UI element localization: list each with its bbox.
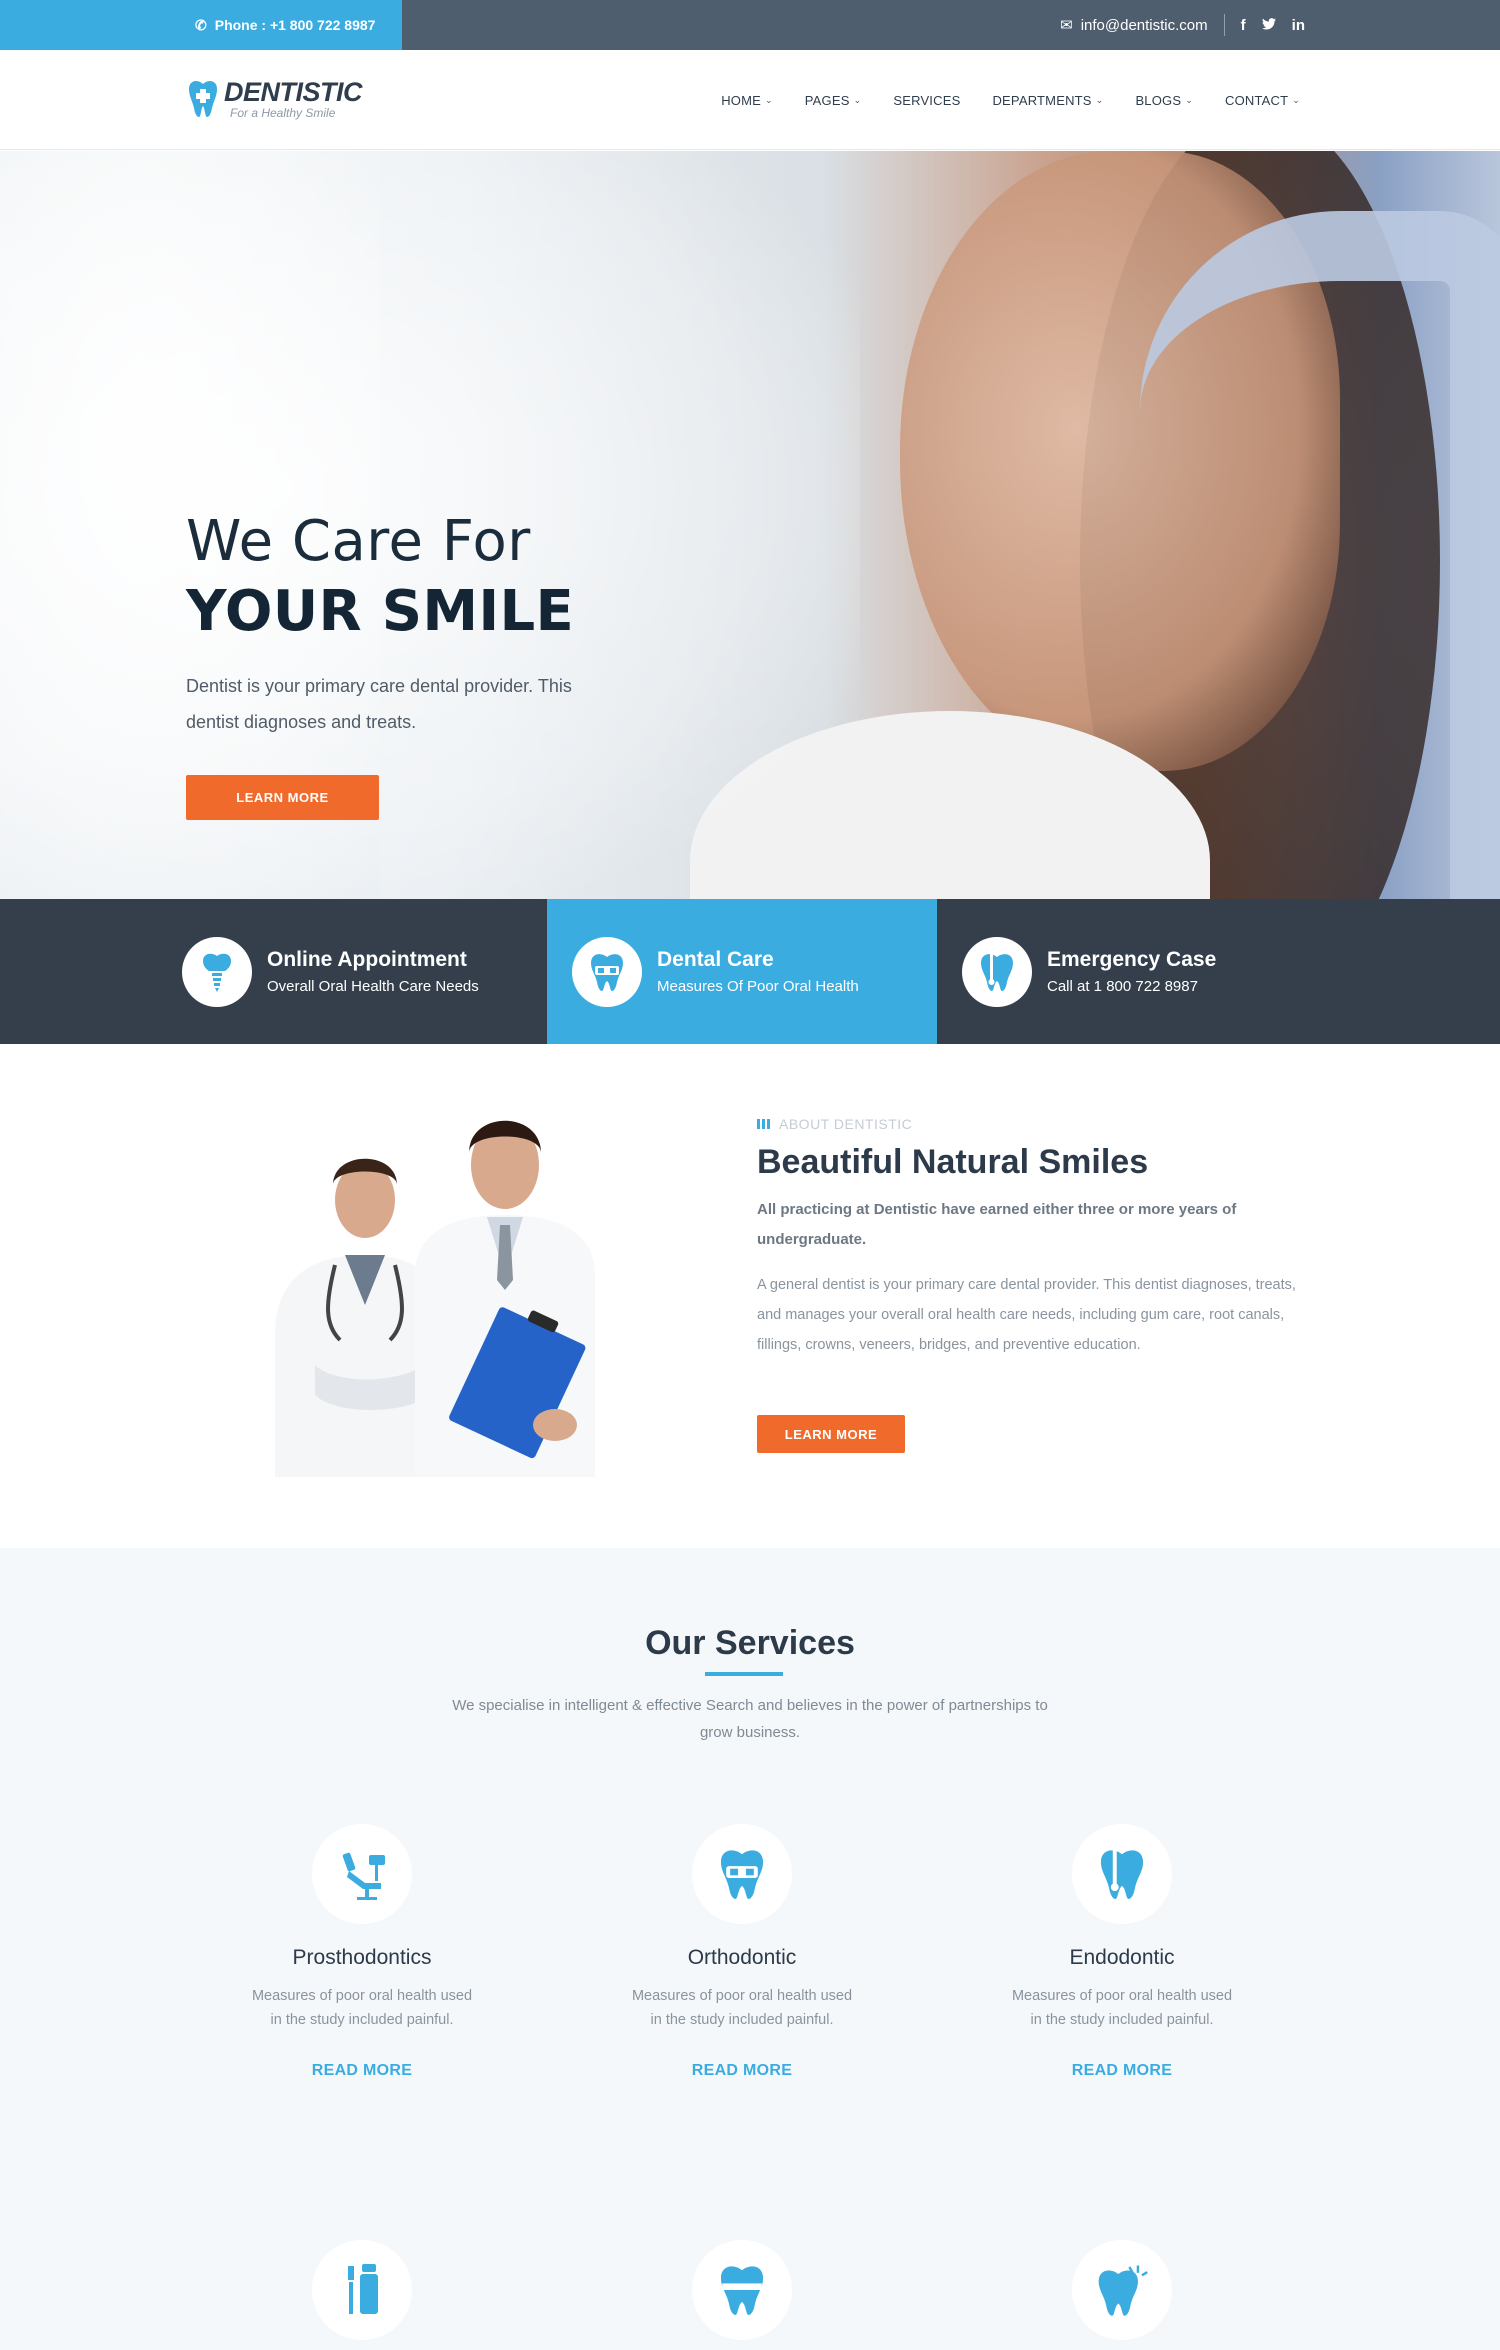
feature-icon-circle [182,936,252,1007]
grid-icon [757,1119,771,1129]
nav-label: SERVICES [893,92,961,108]
hero-heading-line1: We Care For [186,509,531,574]
toothbrush-paste-icon [348,2264,378,2314]
topbar-right: ✉ info@dentistic.com f in [1060,0,1305,50]
braces-tooth-icon [720,1850,764,1899]
service-card-row2-1 [202,2240,522,2340]
service-icon-circle [312,1824,412,1924]
phone-bar[interactable]: ✆ Phone : +1 800 722 8987 [0,0,402,50]
about-learn-more-button[interactable]: LEARN MORE [757,1415,905,1453]
service-card-prosthodontics: Prosthodontics Measures of poor oral hea… [202,1824,522,2080]
phone-icon: ✆ [195,16,207,33]
facebook-icon[interactable]: f [1241,17,1246,34]
braces-tooth-icon [591,953,623,991]
service-card-endodontic: Endodontic Measures of poor oral health … [962,1824,1282,2080]
nav-contact[interactable]: CONTACT ⌄ [1225,93,1300,108]
tooth-band-icon [720,2266,764,2315]
hero-banner: We Care For YOUR SMILE Dentist is your p… [0,151,1500,899]
top-bar: ✆ Phone : +1 800 722 8987 ✉ info@dentist… [0,0,1500,50]
read-more-link[interactable]: READ MORE [962,2062,1282,2080]
service-name: Endodontic [1069,1946,1175,1969]
service-card-row2-2 [582,2240,902,2340]
chevron-down-icon: ⌄ [853,94,862,105]
tooth-logo-icon [189,81,217,117]
nav-departments[interactable]: DEPARTMENTS ⌄ [992,93,1103,108]
feature-online-appointment[interactable]: Online Appointment Overall Oral Health C… [0,899,547,1044]
service-desc: Measures of poor oral health used in the… [251,1988,473,2028]
service-icon-circle [1072,1824,1172,1924]
service-card-orthodontic: Orthodontic Measures of poor oral health… [582,1824,902,2080]
hero-learn-more-button[interactable]: LEARN MORE [186,775,379,820]
root-canal-tooth-icon [981,953,1013,991]
feature-emergency-case[interactable]: Emergency Case Call at 1 800 722 8987 [937,899,1500,1044]
services-subtitle: We specialise in intelligent & effective… [452,1697,1048,1741]
nav-label: CONTACT [1224,92,1289,108]
email-link[interactable]: ✉ info@dentistic.com [1060,14,1225,36]
title-underline [705,1672,783,1676]
logo-name: DENTISTIC [224,77,363,107]
service-name: Prosthodontics [292,1946,432,1969]
site-header: DENTISTIC For a Healthy Smile HOME ⌄ PAGE… [0,50,1500,150]
service-card-row2-3 [962,2240,1282,2340]
nav-pages[interactable]: PAGES ⌄ [805,93,862,108]
nav-home[interactable]: HOME ⌄ [721,93,773,108]
phone-text: Phone : +1 800 722 8987 [214,17,376,33]
nav-label: HOME [721,92,761,108]
feature-subtitle: Measures Of Poor Oral Health [657,978,859,995]
feature-subtitle: Call at 1 800 722 8987 [1047,978,1198,995]
dental-chair-icon [342,1852,385,1900]
feature-subtitle: Overall Oral Health Care Needs [267,978,479,995]
chevron-down-icon: ⌄ [1185,94,1193,105]
about-kicker-text: ABOUT DENTISTIC [779,1116,913,1132]
feature-dental-care[interactable]: Dental Care Measures Of Poor Oral Health [547,899,937,1044]
root-canal-tooth-icon [1100,1850,1144,1899]
logo-tagline: For a Healthy Smile [230,106,336,120]
about-title: Beautiful Natural Smiles [757,1143,1149,1181]
read-more-link[interactable]: READ MORE [582,2062,902,2080]
feature-title: Emergency Case [1047,948,1217,971]
feature-title: Dental Care [657,948,774,971]
feature-icon-circle [572,936,642,1007]
linkedin-icon[interactable]: in [1292,17,1305,34]
chevron-down-icon: ⌄ [1292,94,1300,105]
implant-tooth-icon [203,953,231,992]
hero-text: Dentist is your primary care dental prov… [186,676,572,732]
services-section: Our Services We specialise in intelligen… [0,1548,1500,2350]
feature-title: Online Appointment [267,948,467,971]
envelope-icon: ✉ [1060,17,1073,34]
service-icon-circle [692,1824,792,1924]
service-desc: Measures of poor oral health used in the… [1011,1988,1233,2028]
sparkling-tooth-icon [1098,2265,1148,2316]
hero-photo-chair [1140,211,1500,899]
service-icon-circle [312,2240,412,2340]
hero-heading-line2: YOUR SMILE [186,579,575,644]
service-desc: Measures of poor oral health used in the… [631,1988,853,2028]
services-title: Our Services [645,1624,855,1662]
service-icon-circle [692,2240,792,2340]
twitter-icon[interactable] [1261,17,1276,34]
feature-icon-circle [962,936,1032,1007]
about-kicker: ABOUT DENTISTIC [757,1116,912,1132]
chevron-down-icon: ⌄ [1095,94,1104,105]
read-more-link[interactable]: READ MORE [202,2062,522,2080]
nav-services[interactable]: SERVICES [893,93,960,108]
nav-label: DEPARTMENTS [992,92,1092,108]
main-nav: HOME ⌄ PAGES ⌄ SERVICES DEPARTMENTS ⌄ BLOGS… [721,50,1300,150]
service-name: Orthodontic [687,1946,797,1969]
doctors-photo [275,1120,595,1477]
about-body: A general dentist is your primary care d… [757,1277,1296,1353]
service-icon-circle [1072,2240,1172,2340]
nav-blogs[interactable]: BLOGS ⌄ [1135,93,1193,108]
about-lead: All practicing at Dentistic have earned … [757,1201,1237,1248]
feature-strip: Online Appointment Overall Oral Health C… [0,899,1500,1044]
email-text: info@dentistic.com [1080,16,1208,34]
nav-label: PAGES [804,92,850,108]
chevron-down-icon: ⌄ [765,94,773,105]
nav-label: BLOGS [1135,92,1182,108]
logo[interactable]: DENTISTIC For a Healthy Smile [186,77,363,120]
